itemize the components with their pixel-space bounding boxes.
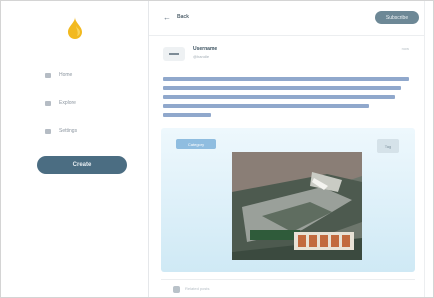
- sidebar-divider: [148, 1, 149, 297]
- post-header: Username @handle now: [163, 45, 413, 69]
- logo-icon: [68, 17, 82, 39]
- post-text-line: [163, 104, 369, 108]
- avatar[interactable]: [163, 47, 185, 61]
- settings-icon: [45, 128, 51, 134]
- post-text-block: [163, 77, 413, 122]
- header: ← Back Subscribe: [149, 1, 424, 36]
- sidebar-item-explore[interactable]: Explore: [45, 97, 76, 109]
- create-button[interactable]: Create: [37, 156, 127, 174]
- content-divider: [424, 1, 425, 297]
- post-footer: Related posts: [161, 279, 415, 296]
- link-icon: [173, 286, 180, 293]
- page-title: Back: [177, 14, 189, 20]
- author-handle: @handle: [193, 54, 210, 59]
- post-text-line: [163, 77, 409, 81]
- sidebar-item-label: Explore: [59, 100, 76, 106]
- footer-text[interactable]: Related posts: [185, 286, 209, 291]
- explore-icon: [45, 100, 51, 106]
- category-badge[interactable]: Category: [176, 139, 216, 149]
- author-name[interactable]: Username: [193, 46, 217, 52]
- sidebar-item-label: Home: [59, 72, 73, 78]
- sidebar-item-home[interactable]: Home: [45, 69, 72, 81]
- media-image[interactable]: [232, 152, 362, 260]
- post-text-line: [163, 113, 211, 117]
- media-card[interactable]: Category Tag: [161, 128, 415, 272]
- tag-chip[interactable]: Tag: [377, 139, 399, 153]
- post-text-line: [163, 86, 401, 90]
- subscribe-button[interactable]: Subscribe: [375, 11, 419, 24]
- post-timestamp: now: [401, 46, 409, 51]
- post-text-line: [163, 95, 395, 99]
- sidebar-item-label: Settings: [59, 128, 78, 134]
- back-arrow-icon[interactable]: ←: [163, 13, 171, 22]
- sidebar: Home Explore Settings Create: [1, 1, 149, 297]
- app-window: Home Explore Settings Create ← Back Subs…: [0, 0, 434, 298]
- sidebar-item-settings[interactable]: Settings: [45, 125, 77, 137]
- home-icon: [45, 72, 51, 78]
